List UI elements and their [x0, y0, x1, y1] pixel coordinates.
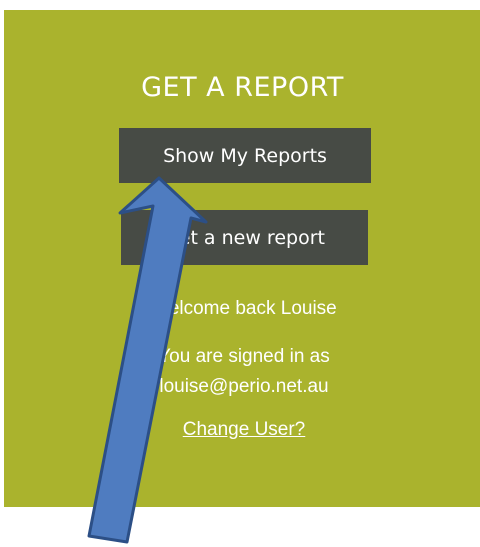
welcome-message: Welcome back Louise	[151, 298, 337, 319]
report-panel: GET A REPORT Show My Reports Get a new r…	[4, 10, 480, 507]
panel-heading: GET A REPORT	[141, 72, 344, 103]
signed-in-email: louise@perio.net.au	[159, 376, 329, 397]
signed-in-label: You are signed in as	[158, 346, 330, 367]
change-user-link[interactable]: Change User?	[94, 419, 394, 441]
get-new-report-button[interactable]: Get a new report	[121, 210, 368, 265]
show-my-reports-button[interactable]: Show My Reports	[119, 128, 371, 183]
